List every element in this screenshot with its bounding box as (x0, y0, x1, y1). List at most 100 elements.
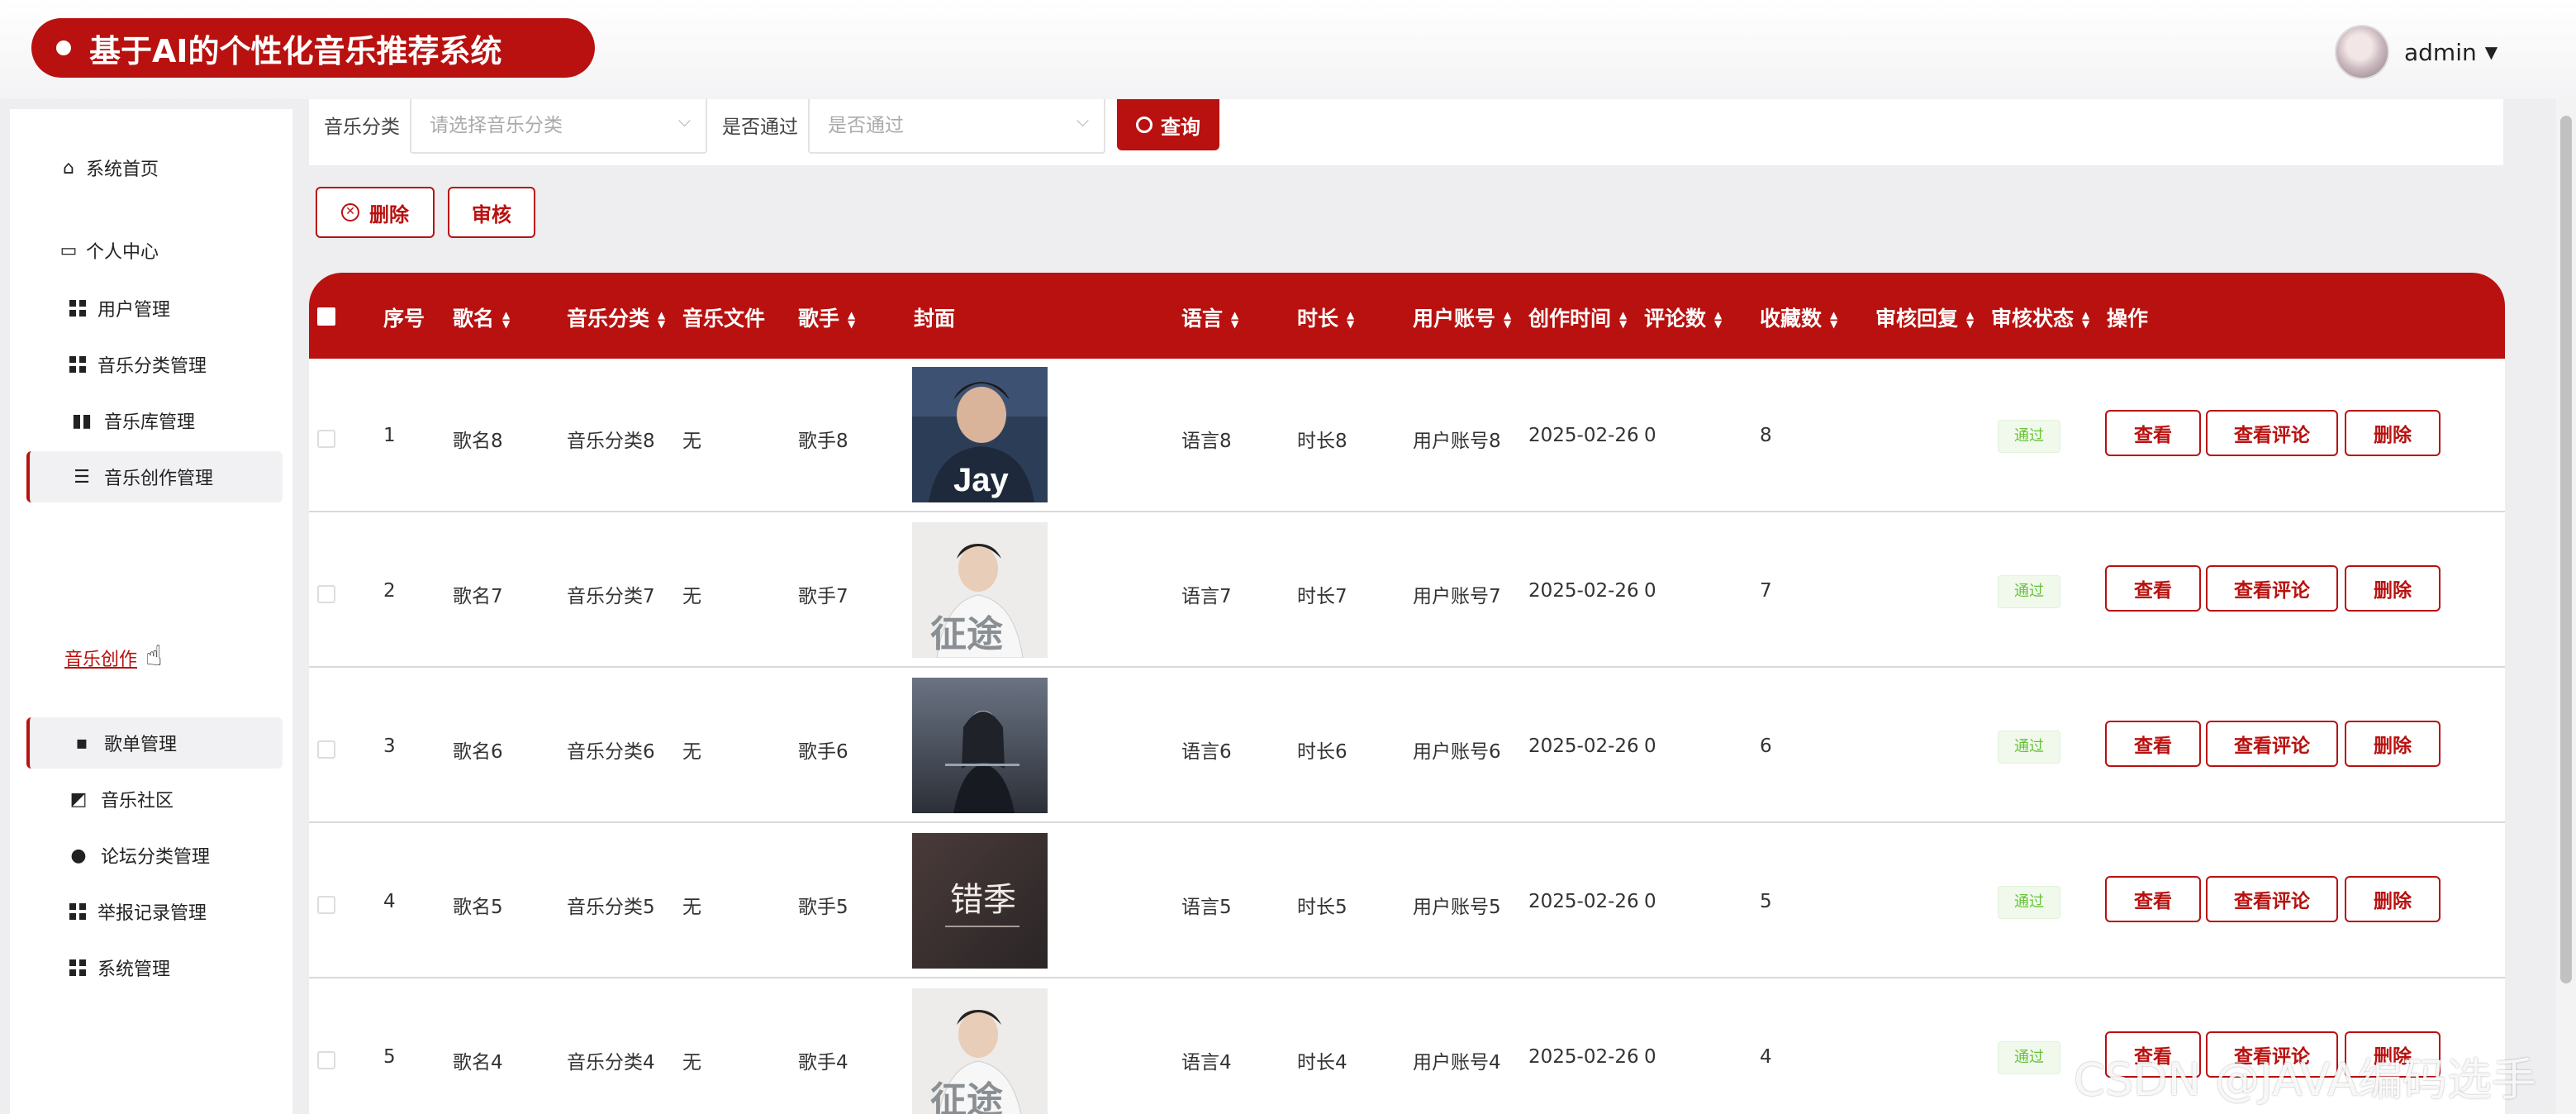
avatar[interactable] (2335, 25, 2389, 79)
approve-filter-label: 是否通过 (722, 117, 798, 138)
cover-image: 征途 (912, 522, 1048, 658)
sidebar-item-home[interactable]: ⌂ 系统首页 (26, 142, 283, 193)
cell-account: 用户账号6 (1413, 741, 1501, 763)
sidebar-item-label: 举报记录管理 (97, 903, 207, 924)
view-button[interactable]: 查看 (2105, 410, 2201, 456)
row-checkbox[interactable] (317, 896, 335, 914)
delete-button[interactable]: 删除 (2345, 721, 2441, 767)
user-menu[interactable]: admin ▼ (2335, 23, 2498, 81)
sort-icon: ▲ ▼ (1231, 309, 1239, 330)
column-header-sortable[interactable]: 审核回复 ▲ ▼ (1875, 302, 1974, 332)
search-panel: 音乐分类 请选择音乐分类 ⌵ 是否通过 是否通过 ⌵ 查询 (309, 99, 2503, 165)
view-comments-button[interactable]: 查看评论 (2206, 410, 2338, 456)
view-comments-button[interactable]: 查看评论 (2206, 876, 2338, 922)
grid-icon (69, 959, 86, 976)
cell-comments: 0 (1644, 736, 1656, 757)
cell-created: 2025-02-26 (1528, 736, 1639, 757)
column-header-sortable[interactable]: 创作时间 ▲ ▼ (1528, 302, 1627, 332)
cell-singer: 歌手6 (798, 741, 848, 763)
view-button[interactable]: 查看 (2105, 876, 2201, 922)
sidebar-item-report-records[interactable]: 举报记录管理 (26, 886, 283, 937)
sort-icon: ▲ ▼ (1619, 309, 1628, 330)
app-title: 基于AI的个性化音乐推荐系统 (89, 32, 502, 69)
sidebar-item-music-category[interactable]: 音乐分类管理 (26, 339, 283, 390)
batch-delete-button[interactable]: ✕ 删除 (316, 187, 435, 238)
cell-language: 语言8 (1181, 431, 1232, 452)
approve-select[interactable]: 是否通过 ⌵ (808, 99, 1105, 154)
cell-name: 歌名4 (453, 1052, 503, 1074)
sidebar-item-music-creation[interactable]: ☰ 音乐创作管理 (26, 451, 283, 502)
cell-comments: 0 (1644, 425, 1656, 446)
row-checkbox[interactable] (317, 740, 335, 759)
main-content: 音乐分类 请选择音乐分类 ⌵ 是否通过 是否通过 ⌵ 查询 ✕ 删除 审核 序号… (309, 99, 2517, 1114)
column-header-sortable[interactable]: 时长 ▲ ▼ (1297, 302, 1354, 332)
cell-name: 歌名7 (453, 586, 503, 607)
sidebar-item-user-management[interactable]: 用户管理 (26, 283, 283, 334)
top-header: 基于AI的个性化音乐推荐系统 admin ▼ (0, 0, 2576, 99)
cell-favorites: 6 (1760, 736, 1772, 757)
sidebar-item-personal-center[interactable]: ▭ 个人中心 (26, 225, 283, 276)
watermark: CSDN @JAVA编码选手 (2074, 1054, 2537, 1106)
cell-account: 用户账号4 (1413, 1052, 1501, 1074)
select-all-checkbox[interactable] (317, 307, 335, 326)
sort-icon: ▲ ▼ (502, 309, 511, 330)
cell-account: 用户账号7 (1413, 586, 1501, 607)
vertical-scrollbar[interactable] (2556, 99, 2576, 1114)
sort-icon: ▲ ▼ (848, 309, 856, 330)
sub-link-music-creation[interactable]: 音乐创作 (64, 645, 137, 671)
cell-name: 歌名8 (453, 431, 503, 452)
cell-comments: 0 (1644, 891, 1656, 912)
cover-image: 征途 (912, 988, 1048, 1114)
chevron-down-icon: ⌵ (677, 111, 691, 131)
caret-down-icon[interactable]: ▼ (2485, 42, 2498, 62)
delete-button[interactable]: 删除 (2345, 876, 2441, 922)
row-checkbox[interactable] (317, 1051, 335, 1069)
view-comments-button[interactable]: 查看评论 (2206, 721, 2338, 767)
column-header-sortable[interactable]: 收藏数 ▲ ▼ (1760, 302, 1837, 332)
delete-button[interactable]: 删除 (2345, 410, 2441, 456)
delete-button[interactable]: 删除 (2345, 565, 2441, 612)
query-button[interactable]: 查询 (1117, 99, 1219, 150)
column-header-sortable[interactable]: 音乐分类 ▲ ▼ (567, 302, 665, 332)
category-filter-label: 音乐分类 (324, 117, 400, 138)
view-comments-button[interactable]: 查看评论 (2206, 565, 2338, 612)
column-header-sortable[interactable]: 歌名 ▲ ▼ (453, 302, 510, 332)
view-button[interactable]: 查看 (2105, 565, 2201, 612)
column-header-sortable[interactable]: 语言 ▲ ▼ (1181, 302, 1238, 332)
sidebar-item-system[interactable]: 系统管理 (26, 942, 283, 993)
sidebar-item-label: 系统管理 (97, 959, 171, 980)
column-header-sortable[interactable]: 审核状态 ▲ ▼ (1991, 302, 2089, 332)
column-header-sortable[interactable]: 评论数 ▲ ▼ (1644, 302, 1722, 332)
app-title-badge: 基于AI的个性化音乐推荐系统 (31, 18, 595, 78)
category-select-placeholder: 请选择音乐分类 (430, 115, 563, 136)
sort-icon: ▲ ▼ (658, 309, 666, 330)
category-select[interactable]: 请选择音乐分类 ⌵ (410, 99, 707, 154)
row-checkbox[interactable] (317, 585, 335, 603)
cell-comments: 0 (1644, 580, 1656, 602)
sort-icon: ▲ ▼ (2082, 309, 2090, 330)
sidebar: ⌂ 系统首页 ▭ 个人中心 用户管理 音乐分类管理 ▮▮ 音乐库管理 ☰ 音乐创… (10, 109, 292, 1114)
cell-duration: 时长6 (1297, 741, 1347, 763)
cell-no: 1 (383, 425, 396, 446)
column-header-sortable[interactable]: 歌手 ▲ ▼ (798, 302, 855, 332)
cell-duration: 时长4 (1297, 1052, 1347, 1074)
cell-file: 无 (682, 431, 701, 452)
sidebar-item-music-community[interactable]: ◩ 音乐社区 (26, 774, 283, 825)
chart-icon: ◩ (69, 788, 88, 810)
cell-no: 5 (383, 1046, 396, 1068)
view-button[interactable]: 查看 (2105, 721, 2201, 767)
sidebar-item-forum-category[interactable]: ● 论坛分类管理 (26, 830, 283, 881)
sidebar-item-label: 个人中心 (86, 242, 159, 263)
approve-select-placeholder: 是否通过 (828, 115, 904, 136)
column-header-sortable[interactable]: 用户账号 ▲ ▼ (1413, 302, 1511, 332)
sidebar-item-music-library[interactable]: ▮▮ 音乐库管理 (26, 395, 283, 446)
sidebar-item-playlist[interactable]: ▪ 歌单管理 (26, 717, 283, 769)
search-icon (1136, 117, 1153, 133)
row-checkbox[interactable] (317, 430, 335, 448)
sidebar-item-label: 音乐分类管理 (97, 356, 207, 377)
sort-icon: ▲ ▼ (1504, 309, 1512, 330)
cell-language: 语言5 (1181, 897, 1232, 918)
audit-button[interactable]: 审核 (448, 187, 535, 238)
scrollbar-thumb[interactable] (2560, 116, 2572, 983)
username[interactable]: admin (2404, 39, 2477, 66)
